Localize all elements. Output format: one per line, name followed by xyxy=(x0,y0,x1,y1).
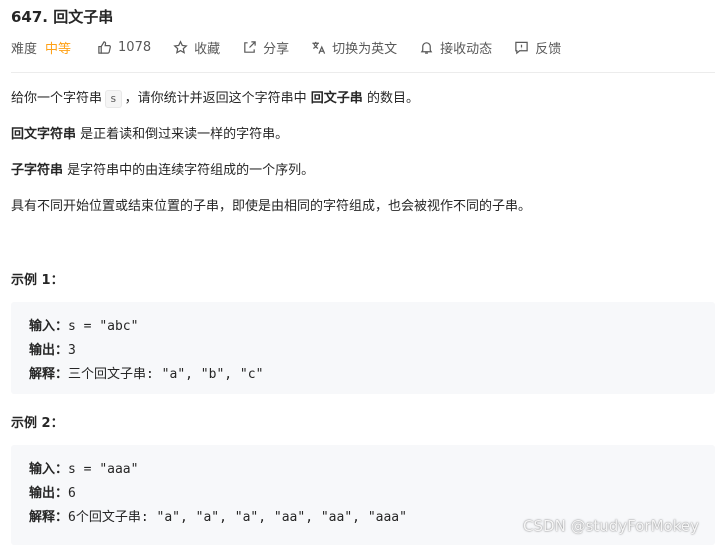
description-paragraph-4: 具有不同开始位置或结束位置的子串，即使是由相同的字符组成，也会被视作不同的子串。 xyxy=(11,199,532,214)
explain-label: 解释： xyxy=(29,510,69,525)
example-1-output: 输出：3 xyxy=(29,339,76,358)
output-value: 6 xyxy=(68,486,76,501)
subscribe-label: 接收动态 xyxy=(440,41,493,57)
input-value: s = "aaa" xyxy=(68,462,139,477)
description-text: 是字符串中的由连续字符组成的一个序列。 xyxy=(67,163,315,178)
example-1-input: 输入：s = "abc" xyxy=(29,315,138,334)
problem-title: 647. 回文子串 xyxy=(11,8,114,26)
explain-value: 6个回文子串: "a", "a", "a", "aa", "aa", "aaa" xyxy=(68,510,407,525)
example-1-box: 输入：s = "abc" 输出：3 解释：三个回文子串: "a", "b", "… xyxy=(11,302,715,394)
difficulty-badge: 中等 xyxy=(45,41,72,57)
translate-icon xyxy=(312,41,326,54)
input-label: 输入： xyxy=(29,462,69,477)
favorite-label: 收藏 xyxy=(194,41,221,57)
csdn-watermark: CSDN @studyForMokey xyxy=(523,517,699,535)
share-button[interactable]: 分享 xyxy=(242,38,289,57)
description-paragraph-3: 子字符串 是字符串中的由连续字符组成的一个序列。 xyxy=(11,161,314,181)
description-text: 是正着读和倒过来读一样的字符串。 xyxy=(80,127,289,142)
example-1-title: 示例 1： xyxy=(11,273,64,288)
output-label: 输出： xyxy=(29,343,69,358)
switch-language-label: 切换为英文 xyxy=(332,41,398,57)
favorite-button[interactable]: 收藏 xyxy=(173,38,220,57)
like-button[interactable]: 1078 xyxy=(97,40,151,55)
thumbs-up-icon xyxy=(98,40,111,54)
share-icon xyxy=(244,40,256,53)
bell-icon xyxy=(420,41,433,54)
bold-term: 子字符串 xyxy=(11,163,64,178)
description-text: 给你一个字符串 xyxy=(11,91,103,106)
example-2-title: 示例 2： xyxy=(11,416,64,431)
like-count: 1078 xyxy=(118,39,152,55)
feedback-button[interactable]: 反馈 xyxy=(514,38,561,57)
bold-term: 回文字符串 xyxy=(11,127,77,142)
output-value: 3 xyxy=(68,343,76,358)
share-label: 分享 xyxy=(263,41,290,57)
description-text: ，请你统计并返回这个字符串中 xyxy=(124,91,307,106)
description-paragraph-1: 给你一个字符串 s ，请你统计并返回这个字符串中 回文子串 的数目。 xyxy=(11,89,419,109)
star-icon xyxy=(173,39,188,54)
subscribe-button[interactable]: 接收动态 xyxy=(419,38,492,57)
description-paragraph-2: 回文字符串 是正着读和倒过来读一样的字符串。 xyxy=(11,125,288,145)
example-2-explanation: 解释：6个回文子串: "a", "a", "a", "aa", "aa", "a… xyxy=(29,506,407,525)
bold-term: 回文子串 xyxy=(310,91,363,106)
example-2-input: 输入：s = "aaa" xyxy=(29,458,138,477)
feedback-icon xyxy=(515,41,528,54)
explain-label: 解释： xyxy=(29,367,69,382)
description-text: 的数目。 xyxy=(366,91,419,106)
feedback-label: 反馈 xyxy=(535,41,562,57)
explain-value: 三个回文子串: "a", "b", "c" xyxy=(68,367,264,382)
switch-language-button[interactable]: 切换为英文 xyxy=(311,38,397,57)
input-value: s = "abc" xyxy=(68,319,139,334)
problem-toolbar: 难度 中等 1078 收藏 分享 切换为英文 接收动态 反馈 xyxy=(11,37,583,57)
example-1-explanation: 解释：三个回文子串: "a", "b", "c" xyxy=(29,363,263,382)
output-label: 输出： xyxy=(29,486,69,501)
input-label: 输入： xyxy=(29,319,69,334)
inline-code: s xyxy=(105,90,122,108)
difficulty-label: 难度 xyxy=(11,41,38,57)
example-2-output: 输出：6 xyxy=(29,482,76,501)
header-divider xyxy=(11,72,715,73)
problem-page: 647. 回文子串 难度 中等 1078 收藏 分享 切换为英文 接收动态 反馈… xyxy=(0,0,715,545)
